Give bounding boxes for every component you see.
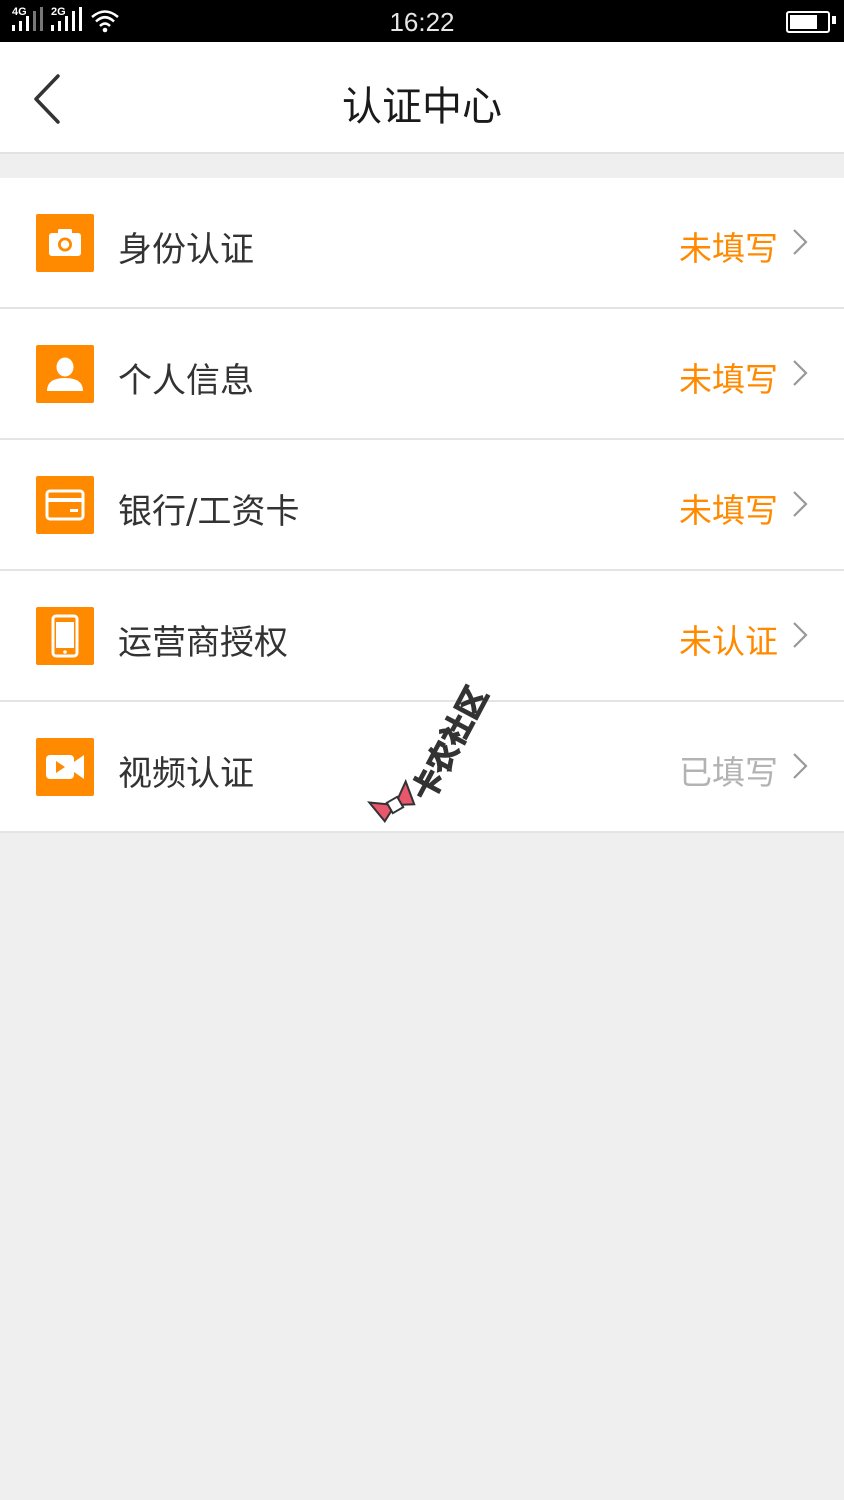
list-item-video-auth[interactable]: 视频认证 已填写 — [0, 702, 844, 833]
list-item-personal-info[interactable]: 个人信息 未填写 — [0, 309, 844, 440]
status-time: 16:22 — [389, 7, 455, 37]
chevron-right-icon — [793, 753, 808, 779]
battery-icon — [786, 11, 830, 33]
camera-icon — [36, 214, 94, 272]
person-icon — [36, 345, 94, 403]
page-title: 认证中心 — [342, 84, 502, 130]
status-text: 未填写 — [679, 229, 778, 268]
verification-list: 身份认证 未填写 个人信息 未填写 银行/工资卡 未填写 运营商授权 未认证 视… — [0, 178, 844, 833]
list-item-label: 运营商授权 — [118, 623, 288, 663]
header-bar: 认证中心 — [0, 42, 844, 154]
status-text: 未填写 — [679, 491, 778, 530]
chevron-right-icon — [793, 360, 808, 386]
chevron-right-icon — [793, 622, 808, 648]
list-item-bank-card[interactable]: 银行/工资卡 未填写 — [0, 440, 844, 571]
status-text: 未认证 — [679, 622, 778, 661]
list-item-label: 银行/工资卡 — [118, 492, 300, 532]
list-item-label: 身份认证 — [118, 230, 254, 270]
list-item-label: 视频认证 — [118, 754, 254, 794]
list-item-identity[interactable]: 身份认证 未填写 — [0, 178, 844, 309]
status-text: 未填写 — [679, 360, 778, 399]
video-icon — [36, 738, 94, 796]
status-text: 已填写 — [679, 753, 778, 792]
chevron-right-icon — [793, 229, 808, 255]
list-item-carrier-auth[interactable]: 运营商授权 未认证 — [0, 571, 844, 702]
card-icon — [36, 476, 94, 534]
phone-icon — [36, 607, 94, 665]
status-bar: 4G 2G 16:22 — [0, 0, 844, 42]
list-item-label: 个人信息 — [118, 361, 254, 401]
battery-level — [790, 15, 817, 29]
battery-tip — [832, 16, 836, 24]
chevron-right-icon — [793, 491, 808, 517]
